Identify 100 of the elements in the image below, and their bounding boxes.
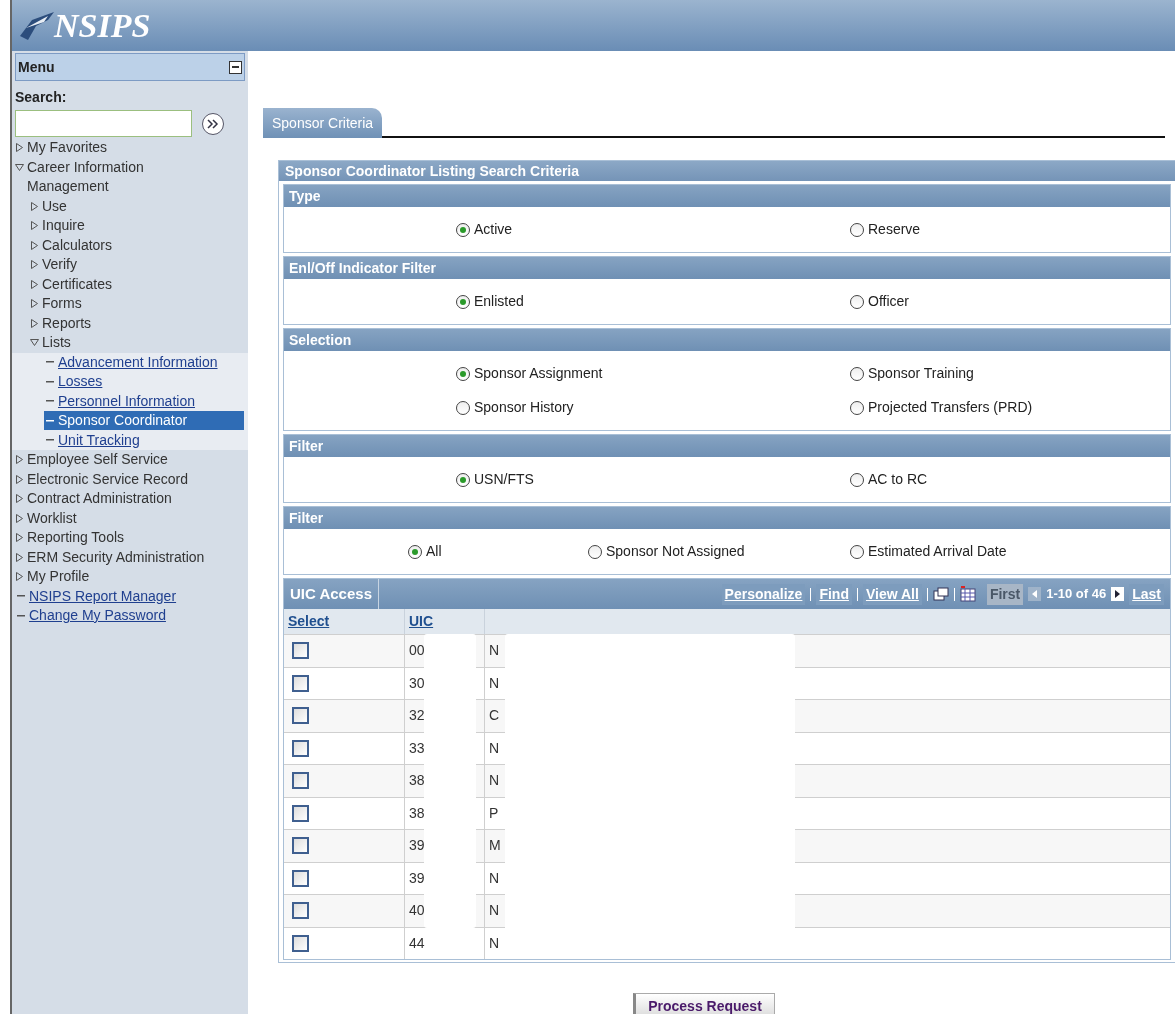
search-go-icon[interactable] [202,112,224,135]
table-cell: N [489,934,500,951]
radio-button[interactable] [588,544,602,559]
menu-folder[interactable]: Calculators [42,235,238,255]
menu-link[interactable]: NSIPS Report Manager [15,586,179,606]
radio-label: Reserve [868,220,921,239]
menu-folder[interactable]: Reporting Tools [27,528,223,548]
radio-label: Projected Transfers (PRD) [868,398,1033,417]
menu-folder[interactable]: My Favorites [27,138,223,158]
row-checkbox[interactable] [292,902,309,920]
radio-button[interactable] [456,366,470,381]
radio-button[interactable] [850,544,864,559]
search-label: Search: [15,88,68,107]
menu-folder[interactable]: My Profile [27,567,223,587]
search-field[interactable] [15,110,192,137]
table-cell-text: 38 [409,771,425,791]
radio-button[interactable] [456,294,470,309]
table-cell: N [489,772,500,789]
menu-folder[interactable]: Lists [42,333,238,353]
new-window-icon[interactable] [932,587,949,601]
dash-icon [17,595,25,597]
menu-folder[interactable]: Use [42,196,238,216]
table-cell-text: 39 [409,868,425,888]
menu-folder[interactable]: Verify [42,255,238,275]
radio-button[interactable] [456,222,470,237]
menu-folder[interactable]: Reports [42,313,238,333]
row-checkbox[interactable] [292,772,309,790]
table-cell: N [489,902,500,919]
radio-label: Sponsor Not Assigned [606,542,745,561]
table-cell-text: 33 [409,738,425,758]
table-cell: N [489,642,500,659]
grid-download-icon[interactable] [959,586,976,602]
radio-label: Active [474,220,513,239]
radio-label: AC to RC [868,470,928,489]
table-cell-text: 44 [409,933,425,953]
dash-icon [46,439,54,441]
logo-text: NSIPS [54,6,151,46]
menu-title: Menu [18,57,55,77]
menu-link[interactable]: Sponsor Coordinator [44,411,244,430]
row-checkbox[interactable] [292,674,309,692]
radio-button[interactable] [850,400,864,415]
table-cell-text: 32 [409,706,425,726]
previous-icon [1028,587,1042,601]
row-checkbox[interactable] [292,739,309,757]
menu-folder[interactable]: Certificates [42,274,238,294]
table-cell-text: 30 [409,673,425,693]
radio-button[interactable] [456,400,470,415]
dash-icon [46,380,54,383]
process-request-button[interactable]: Process Request [633,993,775,1014]
radio-label: Sponsor Assignment [474,364,603,383]
radio-label: USN/FTS [474,470,534,489]
group-header: Type [284,185,1170,207]
row-checkbox[interactable] [292,707,309,725]
menu-link[interactable]: Change My Password [15,606,168,625]
table-cell: N [489,739,500,756]
dash-icon [46,400,54,402]
menu-folder[interactable]: Employee Self Service [27,450,223,470]
menu-folder[interactable]: ERM Security Administration [27,547,223,567]
radio-button[interactable] [850,472,864,487]
menu-folder[interactable]: Career Information Management [27,157,223,197]
table-cell-text: 00 [409,641,425,661]
radio-button[interactable] [408,544,422,559]
table-cell: C [489,707,500,724]
menu-folder[interactable]: Inquire [42,216,238,236]
group-header: Enl/Off Indicator Filter [284,257,1170,279]
table-cell: P [489,804,499,821]
table-cell-text: 38 [409,803,425,823]
menu-folder[interactable]: Contract Administration [27,489,223,509]
radio-label: Sponsor History [474,398,574,417]
next-icon[interactable] [1111,587,1125,601]
collapse-icon[interactable] [229,60,242,74]
group-header: Filter [284,435,1170,457]
menu-folder[interactable]: Worklist [27,508,223,528]
menu-folder[interactable]: Electronic Service Record [27,469,223,489]
table-cell-text: 40 [409,901,425,921]
row-checkbox[interactable] [292,837,309,855]
group-header: Selection [284,329,1170,351]
radio-label: All [426,542,442,561]
dash-icon [46,419,54,422]
table-cell: N [489,869,500,886]
radio-button[interactable] [850,366,864,381]
radio-button[interactable] [456,472,470,487]
table-cell-text: 39 [409,836,425,856]
row-checkbox[interactable] [292,869,309,887]
radio-label: Officer [868,292,909,311]
radio-label: Enlisted [474,292,524,311]
radio-label: Sponsor Training [868,364,974,383]
row-checkbox[interactable] [292,934,309,952]
dash-icon [17,614,25,617]
radio-label: Estimated Arrival Date [868,542,1007,561]
menu-folder[interactable]: Forms [42,294,238,314]
radio-button[interactable] [850,222,864,237]
table-cell: N [489,674,500,691]
dash-icon [46,361,54,363]
panel-title: Sponsor Coordinator Listing Search Criteria [279,161,1175,181]
row-checkbox[interactable] [292,642,309,660]
row-range: 1-10 of 46 [1046,585,1107,604]
table-cell: M [489,837,501,854]
row-checkbox[interactable] [292,804,309,822]
radio-button[interactable] [850,294,864,309]
